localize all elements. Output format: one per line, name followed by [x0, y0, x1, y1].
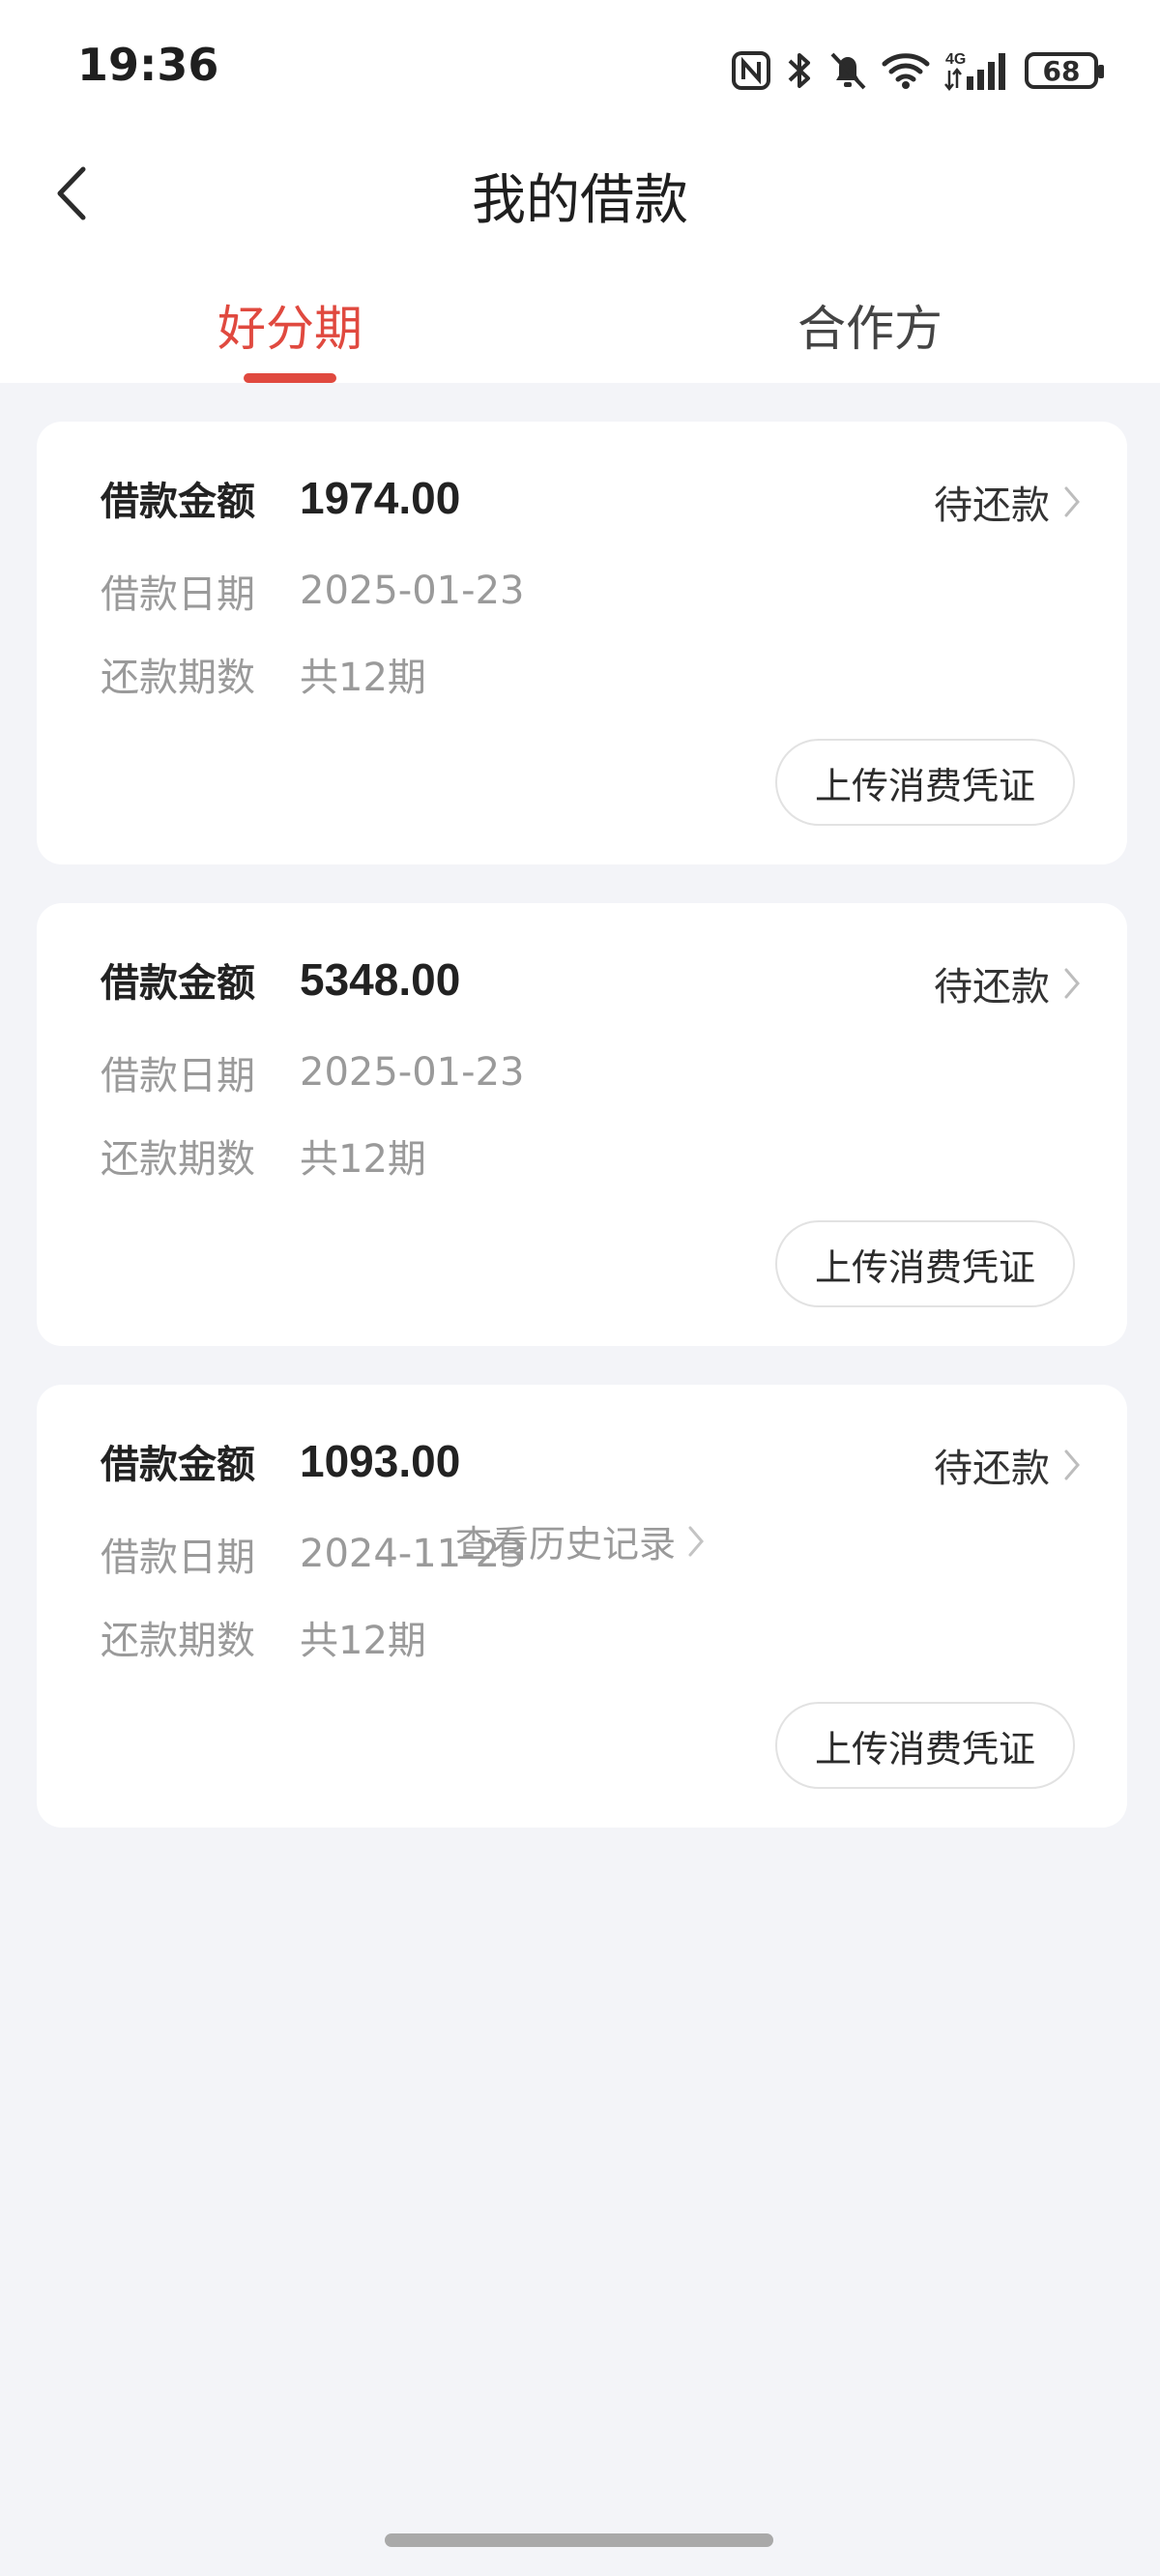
tab-bar: 好分期 合作方	[0, 290, 1160, 383]
active-tab-indicator	[244, 373, 336, 383]
loan-amount: 5348.00	[300, 954, 461, 1005]
tab-partner[interactable]: 合作方	[725, 290, 1015, 360]
loan-periods: 共12期	[300, 1619, 426, 1663]
loan-status-link[interactable]: 待还款	[934, 955, 1081, 1011]
date-row: 借款日期 2025-01-23	[101, 1044, 524, 1100]
home-indicator[interactable]	[385, 2533, 773, 2547]
status-bar: 19:36 4G 68	[0, 0, 1160, 135]
loan-amount: 1093.00	[300, 1436, 461, 1486]
network-type-label: 4G	[945, 51, 966, 68]
nfc-icon	[731, 50, 771, 91]
bell-muted-icon	[827, 49, 868, 92]
loan-status: 待还款	[934, 1447, 1050, 1491]
signal-icon: 4G	[943, 49, 1011, 92]
loan-date: 2025-01-23	[300, 569, 525, 613]
periods-row: 还款期数 共12期	[101, 646, 426, 702]
upload-receipt-button[interactable]: 上传消费凭证	[775, 1702, 1075, 1789]
amount-label: 借款金额	[101, 961, 255, 1006]
history-link-label: 查看历史记录	[454, 1523, 676, 1566]
loan-date: 2025-01-23	[300, 1050, 525, 1095]
amount-row: 借款金额 1093.00	[101, 1433, 460, 1489]
battery-icon: 68	[1025, 52, 1104, 89]
periods-label: 还款期数	[101, 656, 255, 700]
chevron-right-icon	[688, 1526, 704, 1556]
amount-label: 借款金额	[101, 480, 255, 524]
battery-level: 68	[1042, 54, 1081, 87]
wifi-icon	[882, 51, 930, 90]
date-label: 借款日期	[101, 1054, 255, 1098]
loan-periods: 共12期	[300, 1137, 426, 1182]
loan-amount: 1974.00	[300, 473, 461, 523]
chevron-right-icon	[1064, 486, 1080, 517]
upload-receipt-button[interactable]: 上传消费凭证	[775, 1220, 1075, 1307]
amount-label: 借款金额	[101, 1443, 255, 1487]
chevron-right-icon	[1064, 968, 1080, 999]
view-history-link[interactable]: 查看历史记录	[0, 1514, 1160, 1567]
upload-receipt-button[interactable]: 上传消费凭证	[775, 739, 1075, 826]
loan-status: 待还款	[934, 483, 1050, 528]
amount-row: 借款金额 1974.00	[101, 470, 460, 526]
amount-row: 借款金额 5348.00	[101, 951, 460, 1008]
loan-periods: 共12期	[300, 656, 426, 700]
periods-label: 还款期数	[101, 1137, 255, 1182]
status-icons: 4G 68	[731, 39, 1104, 102]
loan-status-link[interactable]: 待还款	[934, 474, 1081, 530]
periods-row: 还款期数 共12期	[101, 1127, 426, 1184]
periods-row: 还款期数 共12期	[101, 1609, 426, 1665]
loan-card: 借款金额 5348.00 待还款 借款日期 2025-01-23 还款期数 共1…	[37, 903, 1127, 1346]
tab-haofenqi[interactable]: 好分期	[145, 290, 435, 360]
page-title: 我的借款	[472, 169, 688, 232]
loan-card: 借款金额 1974.00 待还款 借款日期 2025-01-23 还款期数 共1…	[37, 422, 1127, 864]
chevron-right-icon	[1064, 1449, 1080, 1480]
periods-label: 还款期数	[101, 1619, 255, 1663]
top-bar: 19:36 4G 68 我的借款 好分期 合作方	[0, 0, 1160, 383]
loan-status-link[interactable]: 待还款	[934, 1437, 1081, 1493]
bluetooth-icon	[785, 49, 814, 92]
status-time: 19:36	[77, 39, 219, 91]
loan-card: 借款金额 1093.00 待还款 借款日期 2024-11-23 还款期数 共1…	[37, 1385, 1127, 1828]
date-label: 借款日期	[101, 572, 255, 617]
loan-status: 待还款	[934, 965, 1050, 1010]
date-row: 借款日期 2025-01-23	[101, 563, 524, 619]
